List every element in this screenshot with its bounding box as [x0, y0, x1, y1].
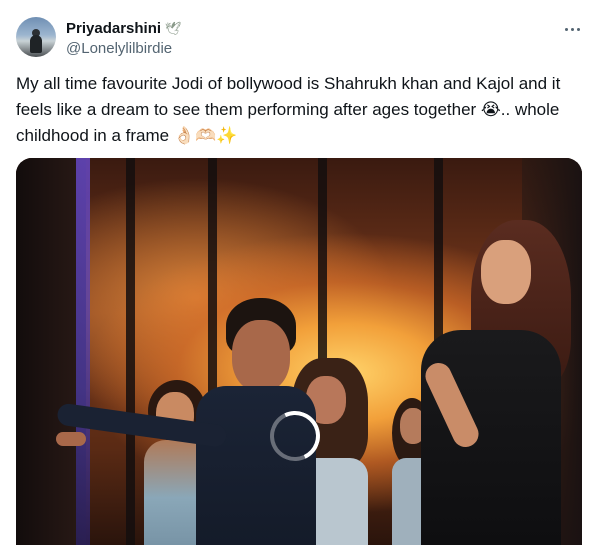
dove-icon: 🕊 [165, 21, 182, 36]
performer-woman [401, 220, 582, 545]
more-options-icon[interactable] [558, 18, 586, 40]
avatar-figure [30, 35, 42, 53]
tweet-card[interactable]: Priyadarshini 🕊 @Lonelylilbirdie My all … [0, 0, 592, 545]
author-handle[interactable]: @Lonelylilbirdie [66, 40, 172, 58]
author-display-name[interactable]: Priyadarshini [66, 20, 161, 38]
tweet-text: My all time favourite Jodi of bollywood … [16, 74, 566, 145]
tweet-video[interactable] [16, 158, 582, 545]
avatar[interactable] [16, 17, 56, 57]
